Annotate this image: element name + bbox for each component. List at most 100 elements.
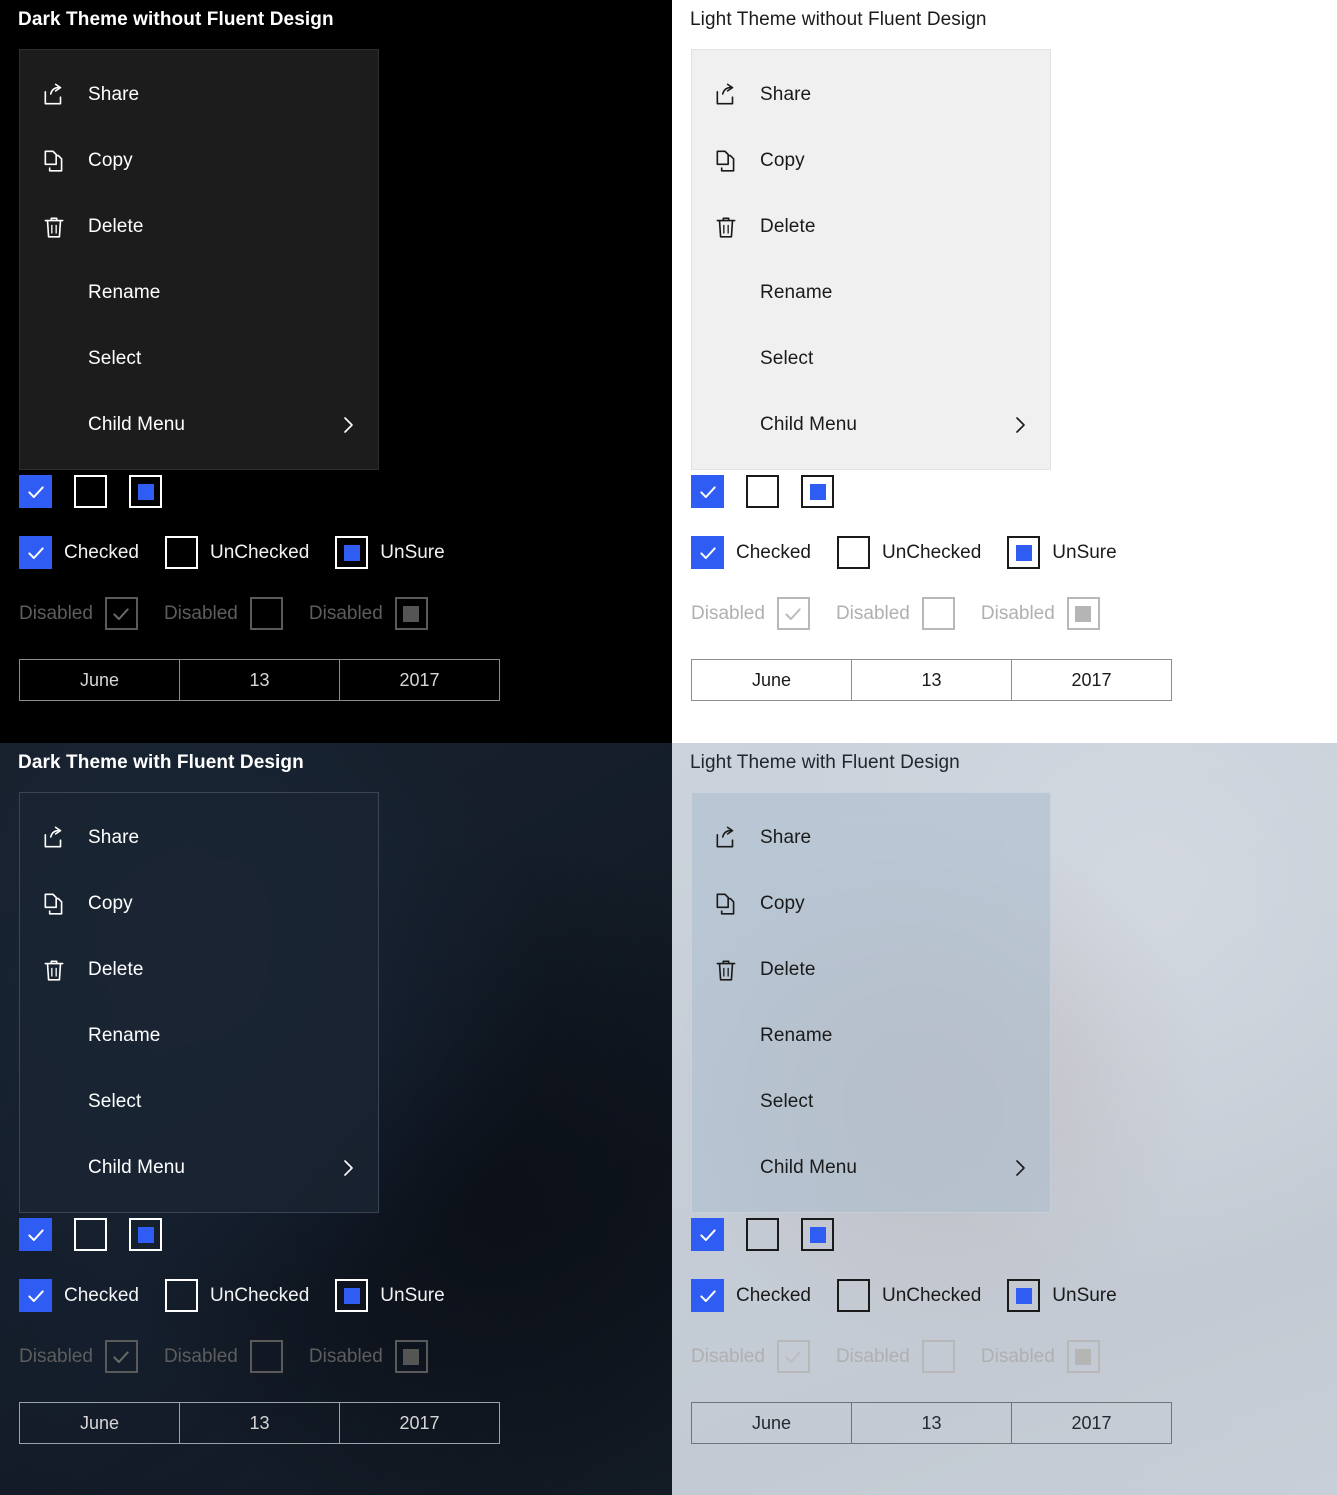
date-picker-year[interactable]: 2017 (339, 660, 499, 700)
context-menu: Share Copy Delete Rename Select Child Me… (691, 49, 1051, 470)
checkbox-unchecked[interactable] (746, 1218, 779, 1251)
checkbox-checked[interactable] (19, 475, 52, 508)
checkbox-unchecked[interactable] (837, 536, 870, 569)
date-picker-month[interactable]: June (692, 660, 851, 700)
indeterminate-fill (1015, 1287, 1032, 1304)
indeterminate-fill (403, 605, 420, 622)
checkbox-checked-group[interactable]: Checked (19, 536, 139, 569)
menu-item-rename[interactable]: Rename (692, 260, 1050, 326)
checkbox-checked-group[interactable]: Checked (691, 536, 811, 569)
checkbox-unsure-group[interactable]: UnSure (335, 1279, 445, 1312)
checkbox-disabled-checked (104, 1340, 138, 1373)
menu-item-label: Share (760, 84, 812, 105)
checkbox-unchecked[interactable] (746, 475, 779, 508)
checkbox-unchecked-group[interactable]: UnChecked (837, 1279, 981, 1312)
checkbox-unchecked[interactable] (74, 475, 107, 508)
date-picker-month[interactable]: June (692, 1403, 851, 1443)
date-picker-day[interactable]: 13 (851, 1403, 1011, 1443)
menu-item-child-menu[interactable]: Child Menu (20, 1135, 378, 1201)
checkbox-unchecked[interactable] (165, 1279, 198, 1312)
menu-item-label: Child Menu (88, 414, 186, 435)
date-picker-day[interactable]: 13 (179, 660, 339, 700)
menu-item-select[interactable]: Select (20, 1069, 378, 1135)
checkbox-unsure[interactable] (335, 536, 369, 569)
menu-item-delete[interactable]: Delete (20, 937, 378, 1003)
checkbox-unchecked-group[interactable]: UnChecked (165, 1279, 309, 1312)
checkbox-checked-group[interactable]: Checked (19, 1279, 139, 1312)
checkbox-unchecked[interactable] (165, 536, 198, 569)
share-icon (20, 825, 88, 851)
date-picker[interactable]: June 13 2017 (19, 659, 500, 701)
menu-item-rename[interactable]: Rename (20, 1003, 378, 1069)
date-picker-day[interactable]: 13 (179, 1403, 339, 1443)
date-picker-month[interactable]: June (20, 660, 179, 700)
checkbox-disabled-unsure (1066, 1340, 1100, 1373)
theme-comparison-grid: Dark Theme without Fluent Design Share C… (0, 0, 1337, 1495)
checkbox-unchecked-group[interactable]: UnChecked (837, 536, 981, 569)
date-picker-year[interactable]: 2017 (339, 1403, 499, 1443)
menu-item-share[interactable]: Share (20, 62, 378, 128)
date-picker-year[interactable]: 2017 (1011, 660, 1171, 700)
menu-item-rename[interactable]: Rename (692, 1003, 1050, 1069)
checkbox-unsure[interactable] (801, 1218, 834, 1251)
menu-item-label: Delete (88, 216, 144, 237)
checkbox-checked[interactable] (691, 1218, 724, 1251)
menu-item-delete[interactable]: Delete (692, 194, 1050, 260)
checkbox-unchecked[interactable] (837, 1279, 870, 1312)
menu-item-copy[interactable]: Copy (20, 871, 378, 937)
checkbox-checked-group[interactable]: Checked (691, 1279, 811, 1312)
checkbox-checked[interactable] (19, 536, 52, 569)
menu-item-delete[interactable]: Delete (20, 194, 378, 260)
date-picker[interactable]: June 13 2017 (691, 659, 1172, 701)
menu-item-select[interactable]: Select (692, 1069, 1050, 1135)
menu-item-child-menu[interactable]: Child Menu (692, 392, 1050, 458)
checkbox-unchecked[interactable] (74, 1218, 107, 1251)
menu-item-label: Copy (88, 893, 133, 914)
checkbox-unsure-group[interactable]: UnSure (1007, 536, 1117, 569)
checkbox-unsure-group[interactable]: UnSure (1007, 1279, 1117, 1312)
menu-item-delete[interactable]: Delete (692, 937, 1050, 1003)
menu-item-share[interactable]: Share (20, 805, 378, 871)
checkbox-checked[interactable] (691, 1279, 724, 1312)
checkbox-unsure[interactable] (1007, 1279, 1041, 1312)
menu-item-label: Copy (88, 150, 133, 171)
share-icon (20, 82, 88, 108)
menu-item-share[interactable]: Share (692, 805, 1050, 871)
menu-item-copy[interactable]: Copy (20, 128, 378, 194)
checkbox-checked[interactable] (691, 536, 724, 569)
checkbox-label: Disabled (19, 602, 93, 624)
panel-light-with-fluent: Light Theme with Fluent Design Share Cop… (672, 743, 1337, 1495)
checkbox-unsure[interactable] (801, 475, 834, 508)
checkbox-unsure[interactable] (129, 1218, 162, 1251)
checkbox-unsure-group[interactable]: UnSure (335, 536, 445, 569)
date-picker-day[interactable]: 13 (851, 660, 1011, 700)
checkbox-checked[interactable] (691, 475, 724, 508)
menu-item-child-menu[interactable]: Child Menu (20, 392, 378, 458)
menu-item-child-menu[interactable]: Child Menu (692, 1135, 1050, 1201)
menu-item-select[interactable]: Select (20, 326, 378, 392)
checkbox-label: Disabled (835, 1345, 910, 1367)
menu-item-copy[interactable]: Copy (692, 128, 1050, 194)
checkbox-unsure[interactable] (1007, 536, 1041, 569)
menu-item-label: Select (88, 348, 142, 369)
copy-icon (20, 891, 88, 917)
menu-item-copy[interactable]: Copy (692, 871, 1050, 937)
checkbox-disabled-unchecked-group: Disabled (836, 1340, 955, 1373)
checkbox-unsure[interactable] (129, 475, 162, 508)
checkbox-disabled-checked (776, 1340, 810, 1373)
checkbox-checked[interactable] (19, 1279, 52, 1312)
checkbox-unsure[interactable] (335, 1279, 369, 1312)
menu-item-rename[interactable]: Rename (20, 260, 378, 326)
menu-item-select[interactable]: Select (692, 326, 1050, 392)
date-picker[interactable]: June 13 2017 (19, 1402, 500, 1444)
checkbox-checked[interactable] (19, 1218, 52, 1251)
checkbox-disabled-checked-group: Disabled (19, 1340, 138, 1373)
menu-item-share[interactable]: Share (692, 62, 1050, 128)
delete-icon (692, 214, 760, 240)
checkbox-row-labeled: Checked UnChecked UnSure (691, 1279, 1117, 1312)
checkbox-label: UnSure (1052, 1284, 1117, 1306)
date-picker-year[interactable]: 2017 (1011, 1403, 1171, 1443)
date-picker-month[interactable]: June (20, 1403, 179, 1443)
date-picker[interactable]: June 13 2017 (691, 1402, 1172, 1444)
checkbox-unchecked-group[interactable]: UnChecked (165, 536, 309, 569)
